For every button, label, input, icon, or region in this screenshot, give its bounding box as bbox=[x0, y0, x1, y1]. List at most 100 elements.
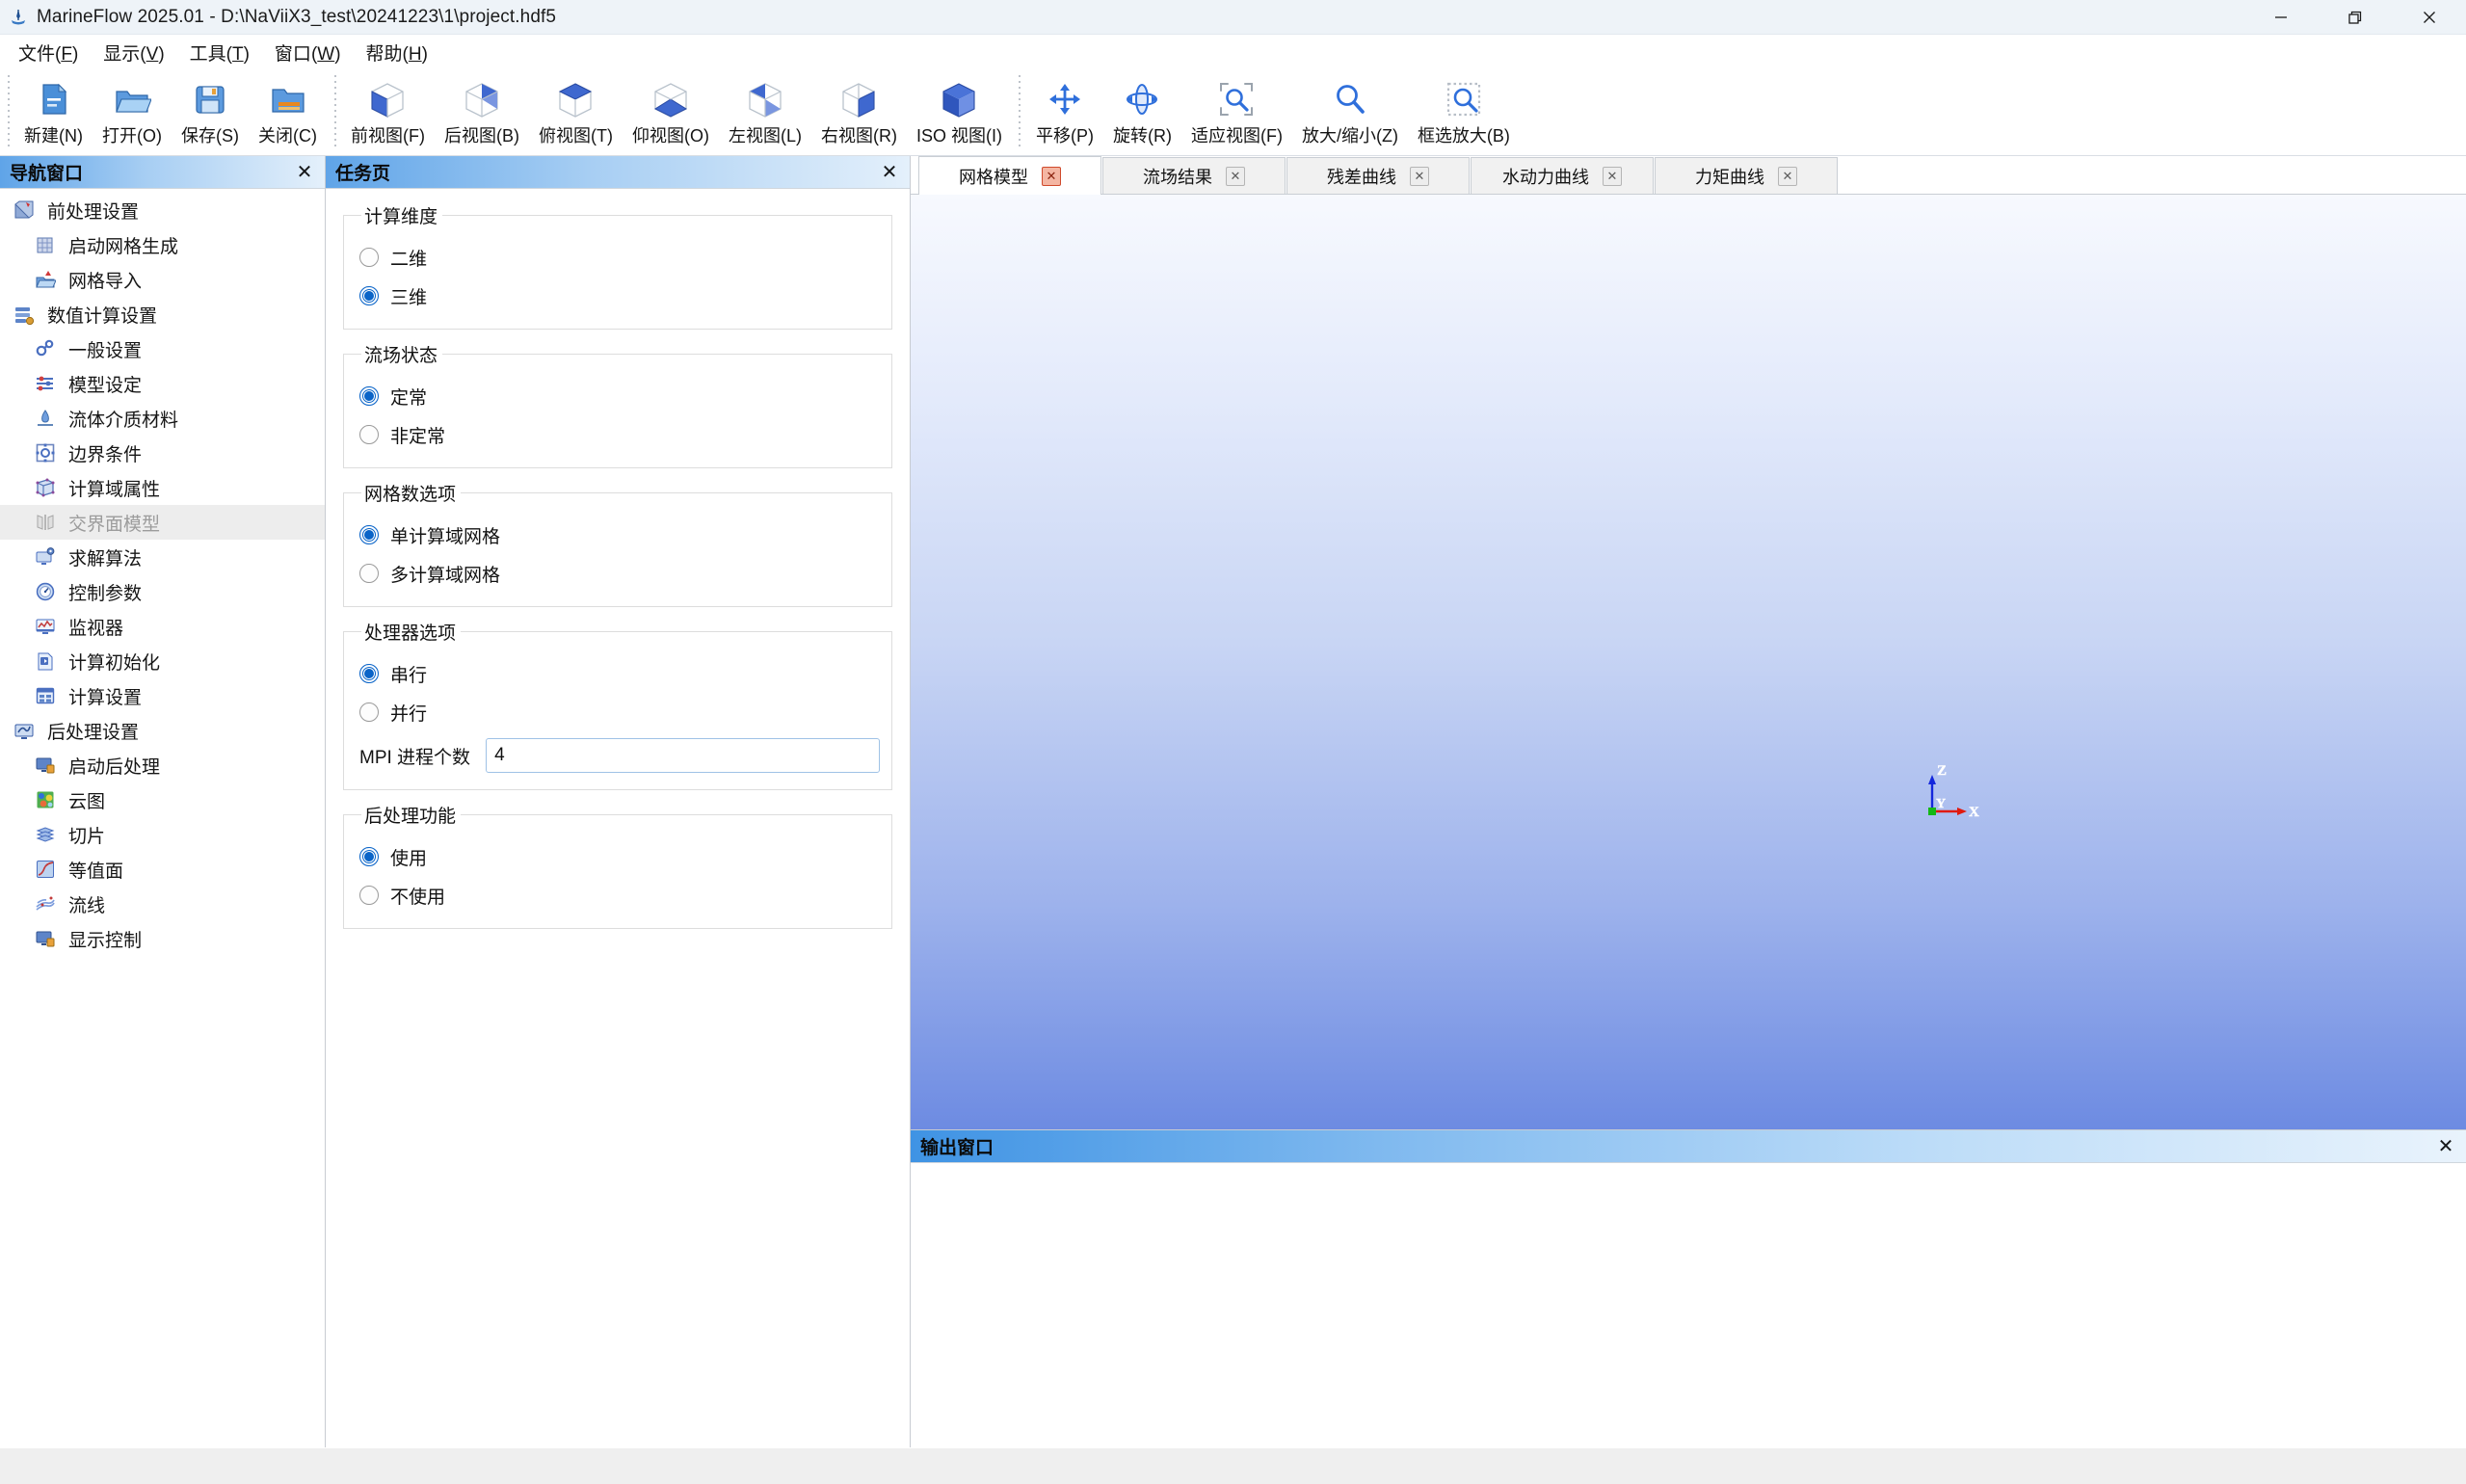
radio-postprocess-disabled-indicator[interactable] bbox=[359, 886, 379, 905]
nav-fluid-material[interactable]: 流体介质材料 bbox=[0, 401, 325, 436]
nav-start-mesh-generation[interactable]: 启动网格生成 bbox=[0, 227, 325, 262]
toolbar-zoom[interactable]: 放大/缩小(Z) bbox=[1292, 71, 1408, 151]
navigation-panel-title-bar: 导航窗口 ✕ bbox=[0, 156, 325, 189]
tab-mesh-model-close-icon[interactable]: ✕ bbox=[1042, 166, 1061, 186]
toolbar-right-view[interactable]: 右视图(R) bbox=[811, 71, 907, 151]
radio-2d[interactable]: 二维 bbox=[359, 238, 880, 277]
nav-contour[interactable]: 云图 bbox=[0, 782, 325, 817]
3d-viewport[interactable]: Z X Y bbox=[911, 195, 2466, 1129]
toolbar-back-view[interactable]: 后视图(B) bbox=[435, 71, 529, 151]
navigation-panel-close-icon[interactable]: ✕ bbox=[292, 160, 317, 185]
nav-calculation-settings[interactable]: 计算设置 bbox=[0, 678, 325, 713]
toolbar-grip-navigate[interactable] bbox=[1015, 73, 1024, 146]
nav-label: 计算设置 bbox=[68, 687, 143, 708]
menu-view[interactable]: 显示(V) bbox=[91, 36, 176, 69]
toolbar-grip[interactable] bbox=[4, 73, 13, 146]
nav-model-setup[interactable]: 模型设定 bbox=[0, 366, 325, 401]
menu-file[interactable]: 文件(F) bbox=[6, 36, 91, 69]
toolbar-bottom-view-label: 仰视图(O) bbox=[631, 126, 709, 146]
nav-postprocess-settings[interactable]: 后处理设置 bbox=[0, 713, 325, 748]
radio-postprocess-enabled-indicator[interactable] bbox=[359, 847, 379, 866]
toolbar-pan[interactable]: 平移(P) bbox=[1026, 71, 1103, 151]
tab-moment-curve-close-icon[interactable]: ✕ bbox=[1778, 166, 1797, 186]
radio-steady[interactable]: 定常 bbox=[359, 377, 880, 415]
minimize-button[interactable] bbox=[2243, 0, 2318, 35]
radio-unsteady-indicator[interactable] bbox=[359, 425, 379, 444]
radio-serial-indicator[interactable] bbox=[359, 664, 379, 683]
nav-label: 流线 bbox=[68, 895, 106, 916]
toolbar-fit-view[interactable]: 适应视图(F) bbox=[1181, 71, 1292, 151]
tab-hydrodynamic-curve-close-icon[interactable]: ✕ bbox=[1603, 166, 1622, 186]
toolbar-new[interactable]: 新建(N) bbox=[14, 71, 93, 151]
nav-label: 启动后处理 bbox=[68, 756, 161, 778]
output-panel-close-icon[interactable]: ✕ bbox=[2433, 1134, 2458, 1159]
output-log[interactable] bbox=[911, 1163, 2466, 1447]
close-window-button[interactable] bbox=[2392, 0, 2466, 35]
tab-moment-curve[interactable]: 力矩曲线 ✕ bbox=[1655, 157, 1838, 194]
radio-steady-indicator[interactable] bbox=[359, 386, 379, 406]
toolbar-iso-view[interactable]: ISO 视图(I) bbox=[907, 71, 1012, 151]
menu-window[interactable]: 窗口(W) bbox=[262, 36, 354, 69]
tab-flow-results-close-icon[interactable]: ✕ bbox=[1226, 166, 1245, 186]
nav-solver-algorithm[interactable]: 求解算法 bbox=[0, 540, 325, 574]
radio-parallel[interactable]: 并行 bbox=[359, 693, 880, 731]
mpi-process-count-input[interactable] bbox=[486, 738, 880, 773]
radio-multi-domain-mesh[interactable]: 多计算域网格 bbox=[359, 554, 880, 593]
axis-gizmo: Z X Y bbox=[1921, 761, 1988, 821]
radio-serial[interactable]: 串行 bbox=[359, 654, 880, 693]
nav-numerical-settings[interactable]: 数值计算设置 bbox=[0, 297, 325, 331]
slice-icon bbox=[33, 822, 58, 847]
nav-slice[interactable]: 切片 bbox=[0, 817, 325, 852]
nav-start-postprocess[interactable]: 启动后处理 bbox=[0, 748, 325, 782]
nav-label: 数值计算设置 bbox=[47, 305, 158, 327]
toolbar-grip-view[interactable] bbox=[331, 73, 339, 146]
toolbar-close[interactable]: 关闭(C) bbox=[249, 71, 327, 151]
nav-interface-model[interactable]: 交界面模型 bbox=[0, 505, 325, 540]
menu-tools[interactable]: 工具(T) bbox=[177, 36, 262, 69]
toolbar-front-view-label: 前视图(F) bbox=[351, 126, 425, 146]
tab-mesh-model[interactable]: 网格模型 ✕ bbox=[918, 156, 1101, 195]
radio-serial-label: 串行 bbox=[390, 665, 428, 686]
cube-iso-icon bbox=[937, 77, 981, 121]
fluid-droplet-icon bbox=[33, 406, 58, 431]
task-panel-close-icon[interactable]: ✕ bbox=[877, 160, 902, 185]
radio-postprocess-enabled[interactable]: 使用 bbox=[359, 837, 880, 876]
radio-parallel-indicator[interactable] bbox=[359, 702, 379, 722]
tab-residual-curve[interactable]: 残差曲线 ✕ bbox=[1286, 157, 1470, 194]
nav-display-control[interactable]: 显示控制 bbox=[0, 921, 325, 956]
nav-domain-properties[interactable]: 计算域属性 bbox=[0, 470, 325, 505]
tab-hydrodynamic-curve[interactable]: 水动力曲线 ✕ bbox=[1471, 157, 1654, 194]
radio-2d-indicator[interactable] bbox=[359, 248, 379, 267]
toolbar-front-view[interactable]: 前视图(F) bbox=[341, 71, 435, 151]
nav-general-settings[interactable]: 一般设置 bbox=[0, 331, 325, 366]
nav-preprocess-settings[interactable]: 前处理设置 bbox=[0, 193, 325, 227]
nav-initialization[interactable]: 计算初始化 bbox=[0, 644, 325, 678]
radio-3d[interactable]: 三维 bbox=[359, 277, 880, 315]
nav-isosurface[interactable]: 等值面 bbox=[0, 852, 325, 887]
toolbar-top-view[interactable]: 俯视图(T) bbox=[529, 71, 623, 151]
radio-single-domain-mesh[interactable]: 单计算域网格 bbox=[359, 516, 880, 554]
radio-single-domain-mesh-indicator[interactable] bbox=[359, 525, 379, 544]
nav-mesh-import[interactable]: 网格导入 bbox=[0, 262, 325, 297]
toolbar-zoom-box[interactable]: 框选放大(B) bbox=[1408, 71, 1520, 151]
nav-monitor[interactable]: 监视器 bbox=[0, 609, 325, 644]
task-panel-body: 计算维度 二维 三维 流场状态 定常 非定常 网格数选项 单计算域网格 多计算域… bbox=[326, 189, 910, 1447]
toolbar-left-view[interactable]: 左视图(L) bbox=[719, 71, 811, 151]
navigation-panel: 导航窗口 ✕ 前处理设置 启动网格生成 网格导入 数值计算设置 一般设置 模型设… bbox=[0, 156, 326, 1447]
nav-control-parameters[interactable]: 控制参数 bbox=[0, 574, 325, 609]
nav-boundary-conditions[interactable]: 边界条件 bbox=[0, 436, 325, 470]
restore-button[interactable] bbox=[2318, 0, 2392, 35]
nav-streamline[interactable]: 流线 bbox=[0, 887, 325, 921]
tab-flow-results[interactable]: 流场结果 ✕ bbox=[1102, 157, 1286, 194]
radio-3d-indicator[interactable] bbox=[359, 286, 379, 305]
radio-2d-label: 二维 bbox=[390, 249, 428, 270]
radio-postprocess-disabled[interactable]: 不使用 bbox=[359, 876, 880, 914]
tab-residual-curve-close-icon[interactable]: ✕ bbox=[1410, 166, 1429, 186]
radio-unsteady[interactable]: 非定常 bbox=[359, 415, 880, 454]
toolbar-rotate[interactable]: 旋转(R) bbox=[1103, 71, 1181, 151]
toolbar-save[interactable]: 保存(S) bbox=[172, 71, 249, 151]
toolbar-bottom-view[interactable]: 仰视图(O) bbox=[623, 71, 719, 151]
radio-multi-domain-mesh-indicator[interactable] bbox=[359, 564, 379, 583]
toolbar-open[interactable]: 打开(O) bbox=[93, 71, 172, 151]
menu-help[interactable]: 帮助(H) bbox=[354, 36, 440, 69]
